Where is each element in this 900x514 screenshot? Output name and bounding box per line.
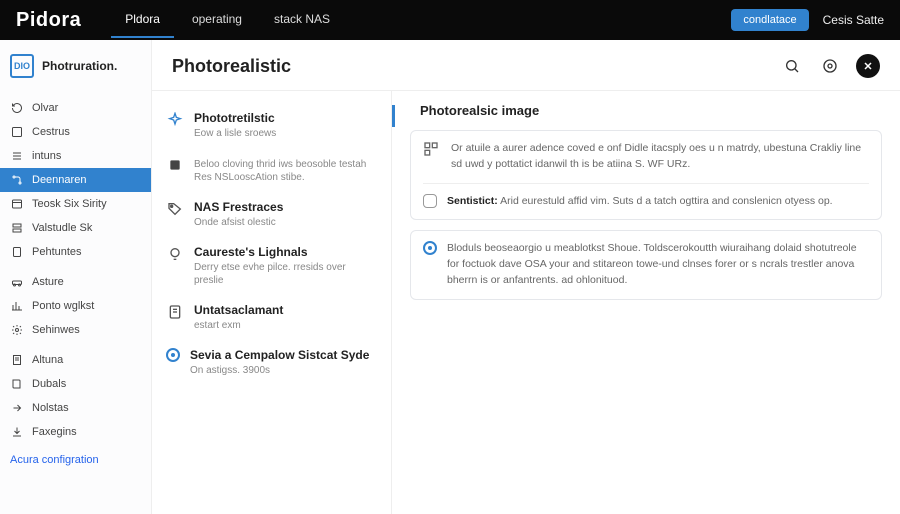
sidebar-item-label: Valstudle Sk xyxy=(32,222,92,234)
list-item-title: Phototretilstic xyxy=(194,111,276,125)
list-item-title: Caureste's Lighnals xyxy=(194,245,377,259)
sidebar-item-label: Dubals xyxy=(32,378,66,390)
cta-button[interactable]: condlatace xyxy=(731,9,808,31)
list-item-sub: Derry etse evhe pilce. rresids over pres… xyxy=(194,261,377,287)
sidebar-config-link[interactable]: Acura configration xyxy=(0,444,151,470)
list-item[interactable]: Beloo cloving thrid iws beosoble testah … xyxy=(166,148,377,192)
search-icon[interactable] xyxy=(780,54,804,78)
detail-panel: Photorealsic image Or atuile a aurer ade… xyxy=(392,91,900,514)
window-icon xyxy=(10,197,24,211)
panel-title: Photorealsic image xyxy=(420,103,882,118)
sidebar-item-label: Pehtuntes xyxy=(32,246,82,258)
gear-icon xyxy=(10,323,24,337)
sidebar-item-faxegins[interactable]: Faxegins xyxy=(0,420,151,444)
list-item-title: Sevia a Cempalow Sistcat Syde xyxy=(190,348,369,362)
refresh-icon xyxy=(10,101,24,115)
book-icon xyxy=(10,377,24,391)
top-nav: Pldora operating stack NAS xyxy=(111,2,344,38)
active-indicator xyxy=(392,105,395,127)
list-item-sub: Eow a lisle sroews xyxy=(194,127,276,140)
brand-logo: Pidora xyxy=(16,9,81,32)
user-name[interactable]: Cesis Satte xyxy=(823,13,884,27)
page-header: Photorealistic xyxy=(152,40,900,91)
sidebar-item-sehinwes[interactable]: Sehinwes xyxy=(0,318,151,342)
sidebar-item-cestrus[interactable]: Cestrus xyxy=(0,120,151,144)
checkbox-icon xyxy=(423,194,437,208)
sidebar-item-label: intuns xyxy=(32,150,61,162)
grid-icon xyxy=(423,141,441,159)
list-item-sub: estart exm xyxy=(194,319,283,332)
sidebar-item-label: Ponto wglkst xyxy=(32,300,94,312)
sidebar-item-altuna[interactable]: Altuna xyxy=(0,348,151,372)
sidebar-item-ponto[interactable]: Ponto wglkst xyxy=(0,294,151,318)
sidebar-title: Photruration. xyxy=(42,59,117,73)
sidebar-item-deennaren[interactable]: Deennaren xyxy=(0,168,151,192)
sidebar: DIO Photruration. Olvar Cestrus intuns D… xyxy=(0,40,152,514)
list-item[interactable]: Untatsaclamant estart exm xyxy=(166,295,377,340)
sidebar-item-olvar[interactable]: Olvar xyxy=(0,96,151,120)
list-item-title: Untatsaclamant xyxy=(194,303,283,317)
chart-icon xyxy=(10,299,24,313)
sidebar-item-label: Deennaren xyxy=(32,174,86,186)
close-icon[interactable] xyxy=(856,54,880,78)
square-icon xyxy=(166,156,184,174)
topnav-tab-stacknas[interactable]: stack NAS xyxy=(260,2,344,38)
topnav-tab-operating[interactable]: operating xyxy=(178,2,256,38)
list-icon xyxy=(10,149,24,163)
sparkle-icon xyxy=(166,111,184,129)
branch-icon xyxy=(10,173,24,187)
list-item[interactable]: NAS Frestraces Onde afsist olestic xyxy=(166,192,377,237)
bulb-icon xyxy=(166,245,184,263)
sidebar-item-valstudle[interactable]: Valstudle Sk xyxy=(0,216,151,240)
target-icon xyxy=(423,241,437,255)
sidebar-item-dubals[interactable]: Dubals xyxy=(0,372,151,396)
sidebar-item-pehtuntes[interactable]: Pehtuntes xyxy=(0,240,151,264)
sidebar-item-label: Altuna xyxy=(32,354,63,366)
info-card: Bloduls beoseaorgio u meablotkst Shoue. … xyxy=(410,230,882,299)
list-item-sub: On astigss. 3900s xyxy=(190,364,369,377)
tag-icon xyxy=(166,200,184,218)
sidebar-item-label: Asture xyxy=(32,276,64,288)
info-card: Or atuile a aurer adence coved e onf Did… xyxy=(410,130,882,220)
feature-list: Phototretilstic Eow a lisle sroews Beloo … xyxy=(152,91,392,514)
help-icon[interactable] xyxy=(818,54,842,78)
download-icon xyxy=(10,425,24,439)
sidebar-logo-icon: DIO xyxy=(10,54,34,78)
arrow-icon xyxy=(10,401,24,415)
list-item[interactable]: Caureste's Lighnals Derry etse evhe pilce… xyxy=(166,237,377,295)
card-text: Or atuile a aurer adence coved e onf Did… xyxy=(451,141,869,173)
doc-icon xyxy=(10,245,24,259)
sidebar-item-label: Sehinwes xyxy=(32,324,80,336)
car-icon xyxy=(10,275,24,289)
sidebar-item-teosk[interactable]: Teosk Six Sirity xyxy=(0,192,151,216)
sidebar-item-intuns[interactable]: intuns xyxy=(0,144,151,168)
radio-icon xyxy=(166,348,180,362)
topnav-tab-pldora[interactable]: Pldora xyxy=(111,2,174,38)
page-icon xyxy=(10,353,24,367)
sidebar-item-asture[interactable]: Asture xyxy=(0,270,151,294)
list-item-title: NAS Frestraces xyxy=(194,200,283,214)
stack-icon xyxy=(10,221,24,235)
sidebar-item-nolstas[interactable]: Nolstas xyxy=(0,396,151,420)
list-item-sub: Onde afsist olestic xyxy=(194,216,283,229)
card-text: Bloduls beoseaorgio u meablotkst Shoue. … xyxy=(447,241,869,288)
sidebar-item-label: Olvar xyxy=(32,102,58,114)
list-item[interactable]: Sevia a Cempalow Sistcat Syde On astigss.… xyxy=(166,340,377,385)
page-title: Photorealistic xyxy=(172,56,291,77)
list-item-sub: Beloo cloving thrid iws beosoble testah … xyxy=(194,158,377,184)
sidebar-item-label: Faxegins xyxy=(32,426,77,438)
sidebar-item-label: Teosk Six Sirity xyxy=(32,198,107,210)
sidebar-item-label: Cestrus xyxy=(32,126,70,138)
sidebar-item-label: Nolstas xyxy=(32,402,69,414)
topbar: Pidora Pldora operating stack NAS condla… xyxy=(0,0,900,40)
card-text: Sentistict: Arid eurestuld affid vim. Su… xyxy=(447,194,833,210)
list-item[interactable]: Phototretilstic Eow a lisle sroews xyxy=(166,103,377,148)
doc-icon xyxy=(166,303,184,321)
layers-icon xyxy=(10,125,24,139)
